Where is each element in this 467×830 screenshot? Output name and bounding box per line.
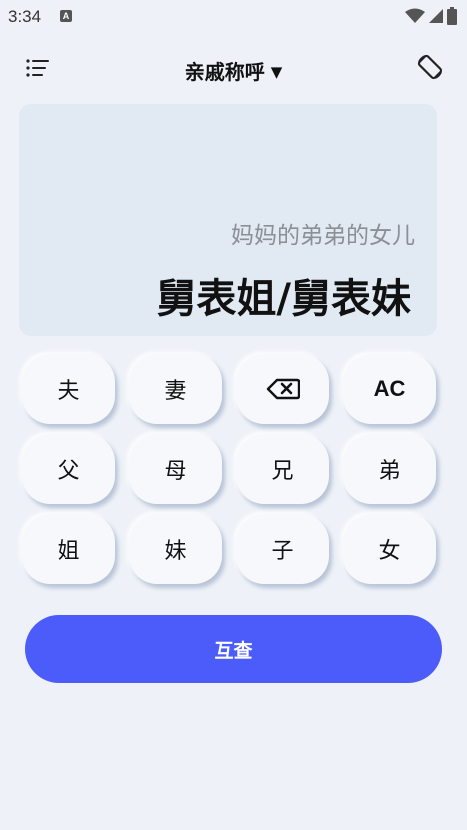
key-mother[interactable]: 母 <box>129 434 222 504</box>
key-wife[interactable]: 妻 <box>129 354 222 424</box>
mutual-query-button[interactable]: 互查 <box>25 615 442 683</box>
page-title: 亲戚称呼 <box>184 60 265 84</box>
notification-a-icon: A <box>60 10 72 22</box>
battery-icon <box>447 7 457 25</box>
result-display: 妈妈的弟弟的女儿 舅表姐/舅表妹 <box>19 104 437 336</box>
key-daughter[interactable]: 女 <box>343 514 436 584</box>
key-younger-sister[interactable]: 妹 <box>129 514 222 584</box>
rotate-button[interactable] <box>415 52 445 82</box>
result-text: 舅表姐/舅表妹 <box>156 276 411 322</box>
key-younger-brother[interactable]: 弟 <box>343 434 436 504</box>
backspace-icon <box>266 378 300 400</box>
key-son[interactable]: 子 <box>236 514 329 584</box>
backspace-button[interactable] <box>236 354 329 424</box>
signal-icon <box>429 9 443 23</box>
wifi-icon <box>405 8 425 23</box>
keypad: 夫 妻 AC 父 母 兄 弟 姐 妹 子 女 <box>22 354 436 584</box>
key-husband[interactable]: 夫 <box>22 354 115 424</box>
status-bar: 3:34 A <box>0 0 467 32</box>
expression-text: 妈妈的弟弟的女儿 <box>231 223 415 249</box>
screen-rotate-icon <box>417 54 443 80</box>
status-icons <box>405 7 457 25</box>
clear-all-button[interactable]: AC <box>343 354 436 424</box>
app-bar: 亲戚称呼 ▼ <box>0 44 467 92</box>
key-elder-sister[interactable]: 姐 <box>22 514 115 584</box>
relation-mode-dropdown[interactable]: 亲戚称呼 ▼ <box>0 56 467 85</box>
chevron-down-icon: ▼ <box>270 63 283 81</box>
key-father[interactable]: 父 <box>22 434 115 504</box>
status-time: 3:34 <box>8 7 42 26</box>
key-elder-brother[interactable]: 兄 <box>236 434 329 504</box>
